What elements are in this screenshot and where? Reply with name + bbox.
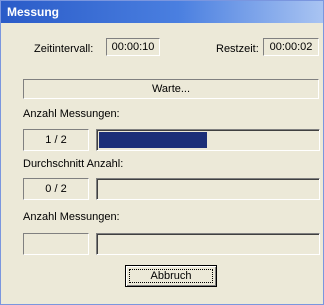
remaining-field: 00:00:02 [263,38,319,56]
measurement-progress-bar [96,129,320,151]
interval-field: 00:00:10 [106,38,160,56]
measurement-progress-bar-2 [96,233,320,255]
average-progress-bar [96,178,320,200]
measurement-count-label: Anzahl Messungen: [23,108,120,120]
cancel-button[interactable]: Abbruch [125,265,217,287]
status-field: Warte... [23,79,319,99]
remaining-label: Restzeit: [216,43,259,55]
measurement-count-field: 1 / 2 [23,129,89,151]
measurement-count-label-2: Anzahl Messungen: [23,211,120,223]
interval-label: Zeitintervall: [34,43,94,55]
average-count-field: 0 / 2 [23,178,89,200]
measurement-dialog: Messung Zeitintervall: 00:00:10 Restzeit… [0,0,324,305]
average-count-label: Durchschnitt Anzahl: [23,158,124,170]
button-focus-ring [129,269,213,283]
measurement-count-field-2 [23,233,89,255]
measurement-progress-fill [99,132,207,148]
title-bar: Messung [1,1,323,23]
